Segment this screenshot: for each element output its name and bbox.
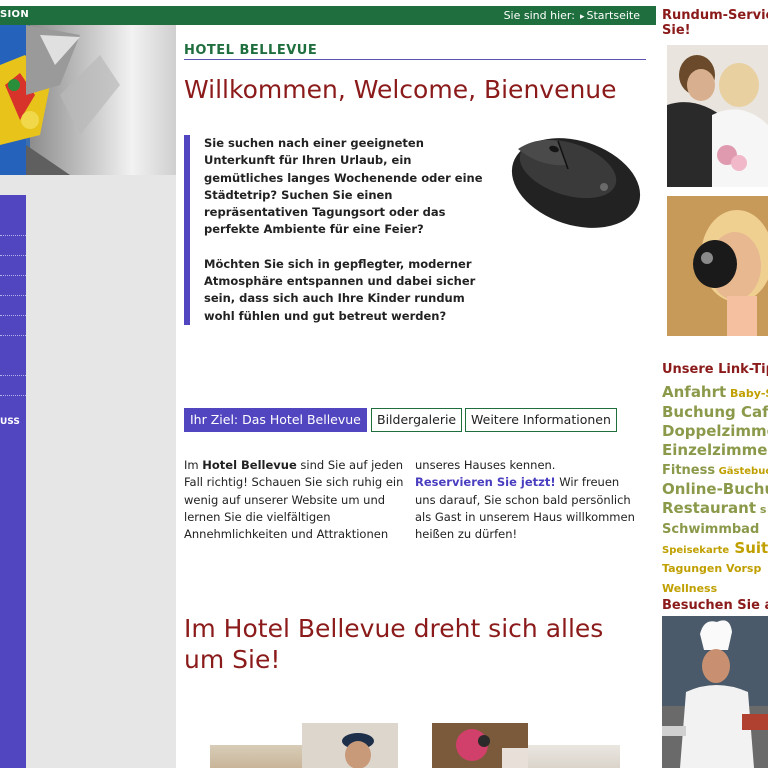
secondary-heading: Im Hotel Bellevue dreht sich alles um Si… [184,614,604,674]
top-navigation-bar: SION Sie sind hier: ▸ Startseite [0,6,656,25]
header-image [0,25,176,175]
nav-item[interactable] [0,335,26,336]
chef-photo [662,616,768,768]
service-heading: Rundum-Servic Sie! [662,8,768,38]
visit-heading: Besuchen Sie a [662,598,768,613]
tab-weitere-informationen[interactable]: Weitere Informationen [465,408,617,432]
nav-item[interactable] [0,395,26,396]
photo-worker [302,723,398,768]
tag-line: Buchung Café [662,402,768,421]
toy-rocket-image [0,25,120,175]
tag-link-schwimmbad[interactable]: Schwimmbad [662,522,759,537]
tag-link-s[interactable]: s [756,503,767,516]
reserve-now-link[interactable]: Reservieren Sie jetzt! [415,475,556,489]
breadcrumb-link-home[interactable]: Startseite [586,9,640,22]
nav-item[interactable] [0,295,26,296]
welcome-heading: Willkommen, Welcome, Bienvenue [184,75,617,104]
tag-line: Restaurant s [662,498,768,518]
tag-link-baby[interactable]: Baby-S [726,387,768,400]
right-column: Rundum-Servic Sie! Unsere Link-Tip Anfah… [656,0,768,768]
tag-line: Doppelzimme [662,421,768,440]
tag-line: Speisekarte Suite [662,538,768,557]
tag-link-wellness[interactable]: Wellness [662,582,717,595]
service-heading-line: Sie! [662,23,691,38]
photo-guest [210,745,302,768]
tag-link-buchung[interactable]: Buchung [662,403,736,421]
tag-link-cafe[interactable]: Café [736,403,768,421]
intro-paragraph: Sie suchen nach einer geeigneten Unterku… [204,136,483,237]
tag-cloud: Anfahrt Baby-S Buchung Café Doppelzimme … [662,382,768,597]
nav-item[interactable] [0,315,26,316]
tab-hotel-bellevue[interactable]: Ihr Ziel: Das Hotel Bellevue [184,408,367,432]
tag-line: Online-Buchu [662,479,768,498]
nav-item[interactable] [0,375,26,376]
nav-item-label[interactable]: USS [0,417,20,427]
photo-strip [210,723,650,768]
tag-link-restaurant[interactable]: Restaurant [662,499,756,517]
text-segment: Im [184,458,203,472]
tag-link-gaestebuch[interactable]: Gästebuc [715,466,768,477]
breadcrumb-prefix: Sie sind hier: [503,9,575,22]
tag-line: Wellness [662,577,768,597]
nav-item[interactable] [0,275,26,276]
tag-link-einzelzimmer[interactable]: Einzelzimmer [662,441,768,459]
left-navigation: USS [0,195,26,768]
tag-link-doppelzimmer[interactable]: Doppelzimme [662,422,768,440]
tag-line: Fitness Gästebuc [662,459,768,479]
service-heading-line: Rundum-Servic [662,8,768,23]
tag-line: Einzelzimmer [662,440,768,459]
wedding-couple-photo [667,45,768,187]
computer-mouse-image [511,138,641,228]
text-column-right: unseres Hauses kennen. Reservieren Sie j… [415,457,639,543]
photo-kids-ball [432,723,528,768]
hotel-name-heading: HOTEL BELLEVUE [184,43,646,60]
tag-link-tagungen[interactable]: Tagungen Vorsp [662,562,761,575]
breadcrumb: Sie sind hier: ▸ Startseite [504,9,640,22]
photo-guest-2 [528,745,620,768]
tag-link-suite[interactable]: Suite [729,539,768,557]
text-column-left: Im Hotel Bellevue sind Sie auf jeden Fal… [184,457,406,543]
intro-paragraph: Möchten Sie sich in gepflegter, moderner… [204,256,476,323]
tag-link-fitness[interactable]: Fitness [662,463,715,478]
tag-link-anfahrt[interactable]: Anfahrt [662,383,726,401]
nav-item[interactable] [0,255,26,256]
tag-link-speisekarte[interactable]: Speisekarte [662,545,729,556]
text-segment: unseres Hauses kennen. [415,458,556,472]
site-brand: SION [0,9,29,20]
tag-line: Tagungen Vorsp [662,557,768,577]
intro-text-block: Sie suchen nach einer geeigneten Unterku… [184,135,494,325]
link-tips-heading: Unsere Link-Tip [662,362,768,377]
tag-line: Schwimmbad [662,518,768,538]
nav-item[interactable] [0,235,26,236]
tag-line: Anfahrt Baby-S [662,382,768,402]
hotel-name-bold: Hotel Bellevue [202,458,297,472]
tab-bildergalerie[interactable]: Bildergalerie [371,408,463,432]
tag-link-online-buchung[interactable]: Online-Buchu [662,480,768,498]
left-column: USS [0,25,176,768]
breadcrumb-arrow-icon: ▸ [579,12,585,22]
woman-makeup-photo [667,196,768,336]
